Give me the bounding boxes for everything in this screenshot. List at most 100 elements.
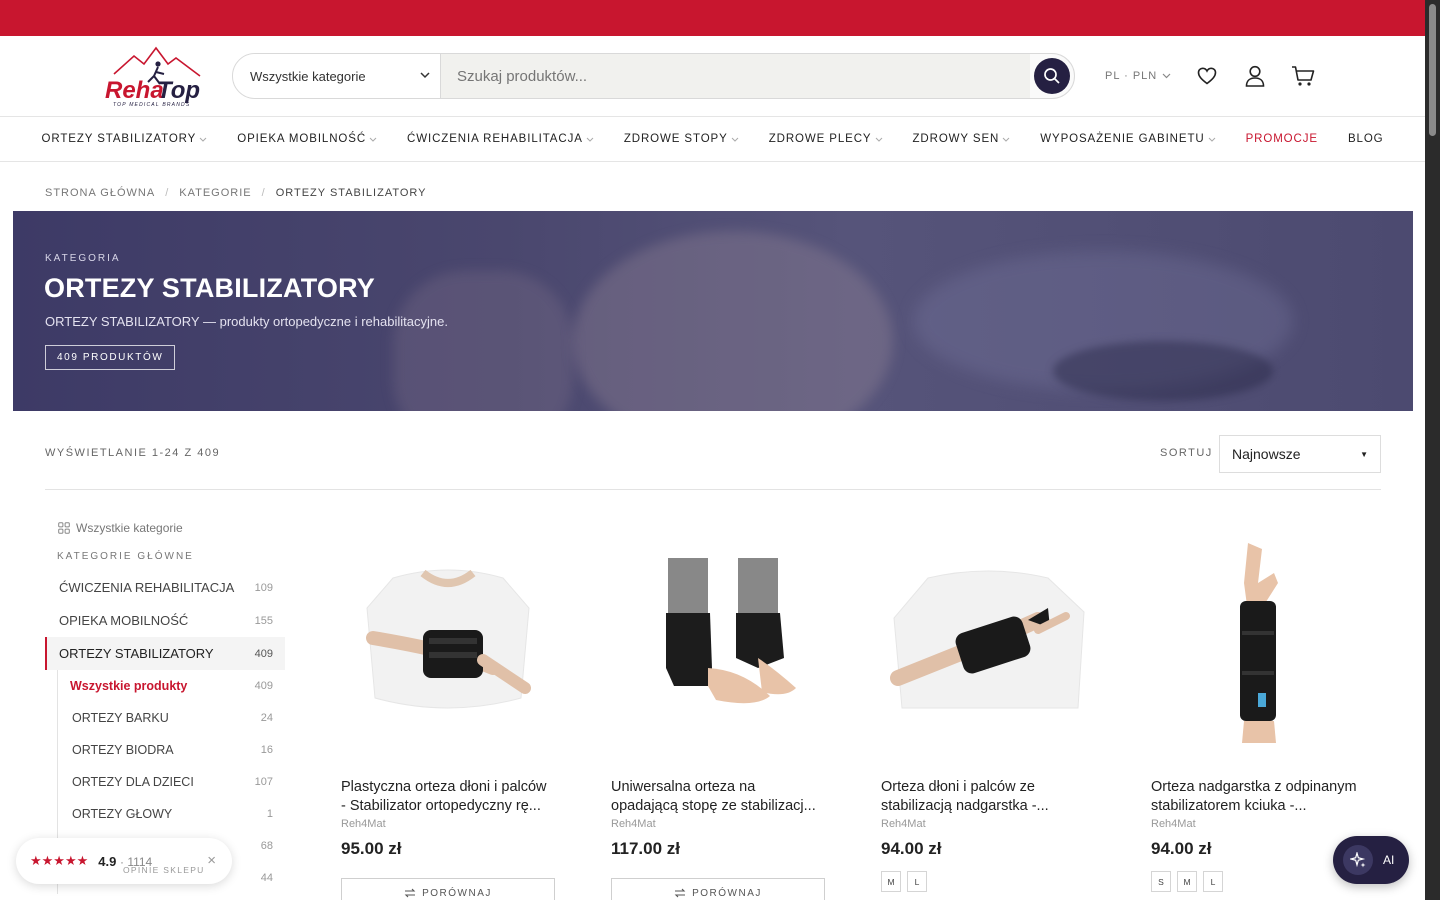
grid-icon (58, 522, 70, 534)
nav-item-6[interactable]: WYPOSAŻENIE GABINETU (1025, 133, 1230, 145)
cart-button[interactable] (1291, 64, 1315, 88)
sidebar-subcategory[interactable]: ORTEZY DLA DZIECI 107 (58, 766, 285, 798)
window-scrollbar[interactable] (1425, 0, 1440, 900)
all-categories-label: Wszystkie kategorie (76, 521, 183, 535)
close-icon[interactable]: × (207, 852, 216, 869)
product-count-badge: 409 PRODUKTÓW (45, 345, 176, 370)
category-select[interactable]: Wszystkie kategorie (233, 54, 441, 98)
sort-select-value: Najnowsze (1232, 446, 1301, 462)
nav-item-3[interactable]: ZDROWE STOPY (609, 133, 754, 145)
product-price: 94.00 zł (881, 839, 942, 858)
search-input[interactable] (441, 54, 1030, 98)
product-name[interactable]: Orteza nadgarstka z odpinanym stabilizat… (1151, 778, 1365, 816)
site-header: Reha Top TOP MEDICAL BRANDS Wszystkie ka… (0, 36, 1425, 117)
size-option[interactable]: L (907, 871, 927, 892)
compare-icon (404, 888, 416, 898)
category-select-value: Wszystkie kategorie (250, 68, 366, 84)
wishlist-button[interactable] (1195, 64, 1219, 88)
product-brand: Reh4Mat (1151, 818, 1196, 830)
size-option[interactable]: M (1177, 871, 1197, 892)
product-name[interactable]: Plastyczna orteza dłoni i palców - Stabi… (341, 778, 555, 816)
hero-kicker: KATEGORIA (45, 253, 121, 264)
sidebar-subcategory-count: 24 (260, 712, 273, 724)
compare-button[interactable]: PORÓWNAJ (341, 878, 555, 900)
size-option[interactable]: S (1151, 871, 1171, 892)
product-name[interactable]: Orteza dłoni i palców ze stabilizacją na… (881, 778, 1095, 816)
rating-value: 4.9 (98, 853, 117, 869)
sidebar-category-count: 155 (254, 614, 273, 627)
compare-button[interactable]: PORÓWNAJ (611, 878, 825, 900)
sort-label: SORTUJ (1160, 447, 1213, 459)
product-grid: Plastyczna orteza dłoni i palców - Stabi… (341, 530, 1365, 900)
nav-item-2[interactable]: ĆWICZENIA REHABILITACJA (392, 133, 609, 145)
product-card[interactable]: Orteza dłoni i palców ze stabilizacją na… (881, 530, 1095, 900)
breadcrumb-categories[interactable]: KATEGORIE (179, 187, 251, 199)
compare-label: PORÓWNAJ (422, 887, 492, 899)
nav-item-label: ZDROWE PLECY (768, 133, 872, 145)
breadcrumb: STRONA GŁÓWNA / KATEGORIE / ORTEZY STABI… (45, 187, 427, 199)
product-image[interactable] (341, 530, 555, 755)
sidebar-subcategory[interactable]: Wszystkie produkty 409 (58, 670, 285, 702)
account-button[interactable] (1243, 64, 1267, 88)
site-logo[interactable]: Reha Top TOP MEDICAL BRANDS (104, 46, 212, 108)
category-navigation: ORTEZY STABILIZATORY OPIEKA MOBILNOŚĆ ĆWIC… (0, 117, 1425, 162)
hero-background-image (1053, 341, 1273, 401)
sidebar-category[interactable]: OPIEKA MOBILNOŚĆ 155 (45, 604, 285, 637)
sidebar-subcategory-count: 16 (260, 744, 273, 756)
product-name[interactable]: Uniwersalna orteza na opadającą stopę ze… (611, 778, 825, 816)
product-image[interactable] (1151, 530, 1365, 755)
product-brand: Reh4Mat (341, 818, 386, 830)
nav-item-8[interactable]: BLOG (1333, 133, 1399, 145)
ai-button-label: AI (1383, 853, 1395, 867)
nav-item-5[interactable]: ZDROWY SEN (898, 133, 1026, 145)
product-card[interactable]: Plastyczna orteza dłoni i palców - Stabi… (341, 530, 555, 900)
nav-item-0[interactable]: ORTEZY STABILIZATORY (26, 133, 222, 145)
chevron-down-icon (199, 135, 207, 144)
sidebar-category[interactable]: ĆWICZENIA REHABILITACJA 109 (45, 571, 285, 604)
sidebar-category[interactable]: ORTEZY STABILIZATORY 409 (45, 637, 285, 670)
rating-label: OPINIE SKLEPU (123, 865, 205, 875)
nav-item-4[interactable]: ZDROWE PLECY (754, 133, 898, 145)
sidebar-category-label: OPIEKA MOBILNOŚĆ (59, 613, 189, 628)
sidebar-category-label: ĆWICZENIA REHABILITACJA (59, 580, 235, 595)
nav-item-label: OPIEKA MOBILNOŚĆ (237, 133, 367, 145)
sidebar-category-count: 409 (254, 647, 273, 660)
nav-item-7[interactable]: PROMOCJE (1231, 133, 1333, 145)
nav-item-label: ZDROWY SEN (912, 133, 1000, 145)
product-image[interactable] (611, 530, 825, 755)
store-rating-widget[interactable]: ★★★★★ 4.9 · 1114 OPINIE SKLEPU × (16, 838, 232, 884)
breadcrumb-separator: / (261, 187, 266, 199)
scrollbar-thumb[interactable] (1429, 4, 1436, 136)
caret-down-icon: ▼ (1360, 450, 1368, 459)
search-icon (1044, 68, 1060, 84)
sidebar-subcategory-label: ORTEZY DLA DZIECI (72, 775, 194, 789)
results-count: WYŚWIETLANIE 1-24 Z 409 (45, 447, 221, 459)
rating-stars-icon: ★★★★★ (30, 853, 89, 868)
category-hero: KATEGORIA ORTEZY STABILIZATORY ORTEZY ST… (13, 211, 1413, 411)
chevron-down-icon (1002, 135, 1010, 144)
size-option[interactable]: M (881, 871, 901, 892)
size-options: ML (881, 871, 1095, 892)
ai-assistant-button[interactable]: AI (1333, 836, 1409, 884)
svg-text:Top: Top (157, 77, 200, 104)
sidebar-subcategory[interactable]: ORTEZY BIODRA 16 (58, 734, 285, 766)
listing-toolbar: WYŚWIETLANIE 1-24 Z 409 SORTUJ Najnowsze… (45, 435, 1381, 490)
all-categories-link[interactable]: Wszystkie kategorie (45, 515, 285, 541)
sidebar-subcategory-label: ORTEZY GŁOWY (72, 807, 173, 821)
product-brand: Reh4Mat (611, 818, 656, 830)
nav-item-label: PROMOCJE (1245, 133, 1318, 145)
product-image[interactable] (881, 530, 1095, 755)
breadcrumb-home[interactable]: STRONA GŁÓWNA (45, 187, 155, 199)
size-option[interactable]: L (1203, 871, 1223, 892)
product-card[interactable]: Uniwersalna orteza na opadającą stopę ze… (611, 530, 825, 900)
sidebar-subcategory[interactable]: ORTEZY GŁOWY 1 (58, 798, 285, 830)
search-button[interactable] (1034, 58, 1070, 94)
sort-select[interactable]: Najnowsze ▼ (1219, 435, 1381, 473)
user-icon (1245, 65, 1265, 87)
sidebar-subcategory[interactable]: ORTEZY BARKU 24 (58, 702, 285, 734)
nav-item-1[interactable]: OPIEKA MOBILNOŚĆ (222, 133, 392, 145)
sidebar-subcategory-label: ORTEZY BIODRA (72, 743, 174, 757)
product-card[interactable]: Orteza nadgarstka z odpinanym stabilizat… (1151, 530, 1365, 900)
language-currency-switcher[interactable]: PL · PLN (1105, 70, 1171, 82)
chevron-down-icon (1162, 73, 1171, 79)
